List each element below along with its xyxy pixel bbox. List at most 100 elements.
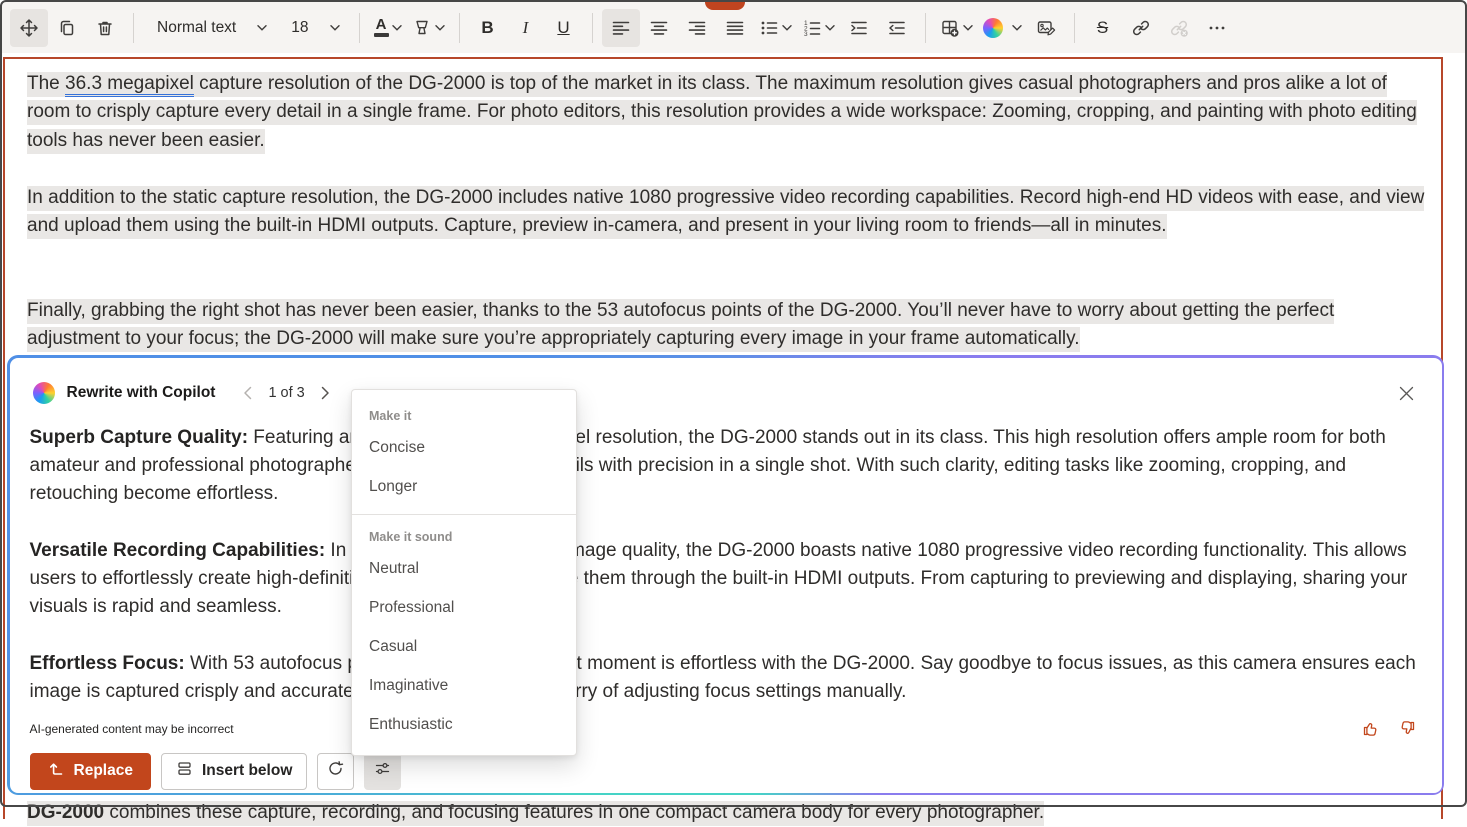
align-left-button[interactable] xyxy=(602,9,640,47)
replace-arrow-icon xyxy=(48,760,65,782)
menu-section-header: Make it sound xyxy=(352,515,576,550)
divider xyxy=(459,13,460,43)
next-suggestion-button[interactable] xyxy=(319,384,332,402)
copy-button[interactable] xyxy=(48,9,86,47)
decrease-indent-icon xyxy=(887,18,907,38)
paragraph-text: combines these capture, recording, and f… xyxy=(104,802,1044,823)
table-icon xyxy=(940,18,960,38)
underline-icon: U xyxy=(557,19,569,36)
justify-button[interactable] xyxy=(716,9,754,47)
menu-item-enthusiastic[interactable]: Enthusiastic xyxy=(352,706,576,745)
close-icon xyxy=(1399,389,1414,404)
chevron-down-icon xyxy=(963,25,973,31)
chevron-down-icon xyxy=(330,25,340,31)
decrease-indent-button[interactable] xyxy=(878,9,916,47)
align-right-button[interactable] xyxy=(678,9,716,47)
refresh-icon xyxy=(327,760,344,782)
divider xyxy=(1074,13,1075,43)
font-size-dropdown[interactable]: 18 xyxy=(277,9,349,47)
delete-button[interactable] xyxy=(86,9,124,47)
trash-icon xyxy=(95,18,115,38)
highlighter-icon xyxy=(412,18,432,38)
adjust-options-button[interactable] xyxy=(364,753,401,790)
menu-item-imaginative[interactable]: Imaginative xyxy=(352,667,576,706)
increase-indent-icon xyxy=(849,18,869,38)
thumbs-down-icon xyxy=(1397,719,1416,741)
insert-link-button[interactable] xyxy=(1122,9,1160,47)
justify-icon xyxy=(725,18,745,38)
document-paragraph-2[interactable]: In addition to the static capture resolu… xyxy=(27,184,1429,241)
thumbs-down-button[interactable] xyxy=(1395,717,1418,743)
close-panel-button[interactable] xyxy=(1397,384,1416,406)
menu-item-professional[interactable]: Professional xyxy=(352,589,576,628)
numbered-list-icon: 123 xyxy=(802,18,822,38)
italic-button[interactable]: I xyxy=(507,9,545,47)
paragraph-text: In addition to the static capture resolu… xyxy=(27,186,1424,239)
font-color-icon: A xyxy=(374,18,389,37)
chevron-down-icon xyxy=(825,25,835,31)
highlight-button[interactable] xyxy=(407,9,450,47)
paragraph-text: capture resolution of the DG-2000 is top… xyxy=(27,73,1417,151)
regenerate-button[interactable] xyxy=(317,753,354,790)
selection-handle[interactable] xyxy=(705,2,745,10)
suggestion-paragraph-1: Superb Capture Quality: Featuring an imp… xyxy=(30,424,1422,509)
style-dropdown-label: Normal text xyxy=(153,19,240,37)
image-edit-icon xyxy=(1036,18,1056,38)
suggestion-paragraph-3: Effortless Focus: With 53 autofocus poin… xyxy=(30,650,1422,707)
bold-icon: B xyxy=(481,19,493,36)
document-paragraph-1[interactable]: The 36.3 megapixel capture resolution of… xyxy=(27,70,1429,155)
paragraph-text: Finally, grabbing the right shot has nev… xyxy=(27,299,1334,352)
more-options-button[interactable] xyxy=(1198,9,1236,47)
copilot-button[interactable] xyxy=(978,9,1027,47)
chevron-down-icon xyxy=(1012,25,1022,31)
move-icon xyxy=(19,18,39,38)
bold-button[interactable]: B xyxy=(469,9,507,47)
strikethrough-icon: S xyxy=(1097,19,1108,36)
pagination-label: 1 of 3 xyxy=(268,385,304,401)
underline-button[interactable]: U xyxy=(545,9,583,47)
insert-table-button[interactable] xyxy=(935,9,978,47)
copy-icon xyxy=(57,18,77,38)
align-center-button[interactable] xyxy=(640,9,678,47)
divider xyxy=(133,13,134,43)
panel-title: Rewrite with Copilot xyxy=(67,384,216,402)
document-paragraph-4-clipped[interactable]: DG-2000 combines these capture, recordin… xyxy=(27,799,1429,827)
divider xyxy=(359,13,360,43)
ellipsis-icon xyxy=(1207,18,1227,38)
thumbs-up-button[interactable] xyxy=(1360,717,1383,743)
bullet-list-icon xyxy=(759,18,779,38)
increase-indent-button[interactable] xyxy=(840,9,878,47)
replace-button[interactable]: Replace xyxy=(30,753,151,790)
strikethrough-button[interactable]: S xyxy=(1084,9,1122,47)
align-center-icon xyxy=(649,18,669,38)
menu-item-casual[interactable]: Casual xyxy=(352,628,576,667)
rewrite-with-copilot-panel: Rewrite with Copilot 1 of 3 Superb Captu… xyxy=(7,355,1444,795)
previous-suggestion-button[interactable] xyxy=(241,384,254,402)
divider xyxy=(925,13,926,43)
edit-image-button[interactable] xyxy=(1027,9,1065,47)
remove-link-button[interactable] xyxy=(1160,9,1198,47)
insert-below-icon xyxy=(176,760,193,782)
font-color-button[interactable]: A xyxy=(369,9,407,47)
suggestion-lead: Effortless Focus: xyxy=(30,653,185,674)
paragraph-text: The xyxy=(27,73,65,94)
insert-below-button[interactable]: Insert below xyxy=(161,753,307,790)
menu-item-concise[interactable]: Concise xyxy=(352,429,576,468)
sliders-icon xyxy=(374,760,391,782)
suggestion-lead: Versatile Recording Capabilities: xyxy=(30,540,326,561)
replace-label: Replace xyxy=(74,762,133,780)
style-dropdown[interactable]: Normal text xyxy=(143,9,277,47)
unlink-icon xyxy=(1169,18,1189,38)
menu-item-neutral[interactable]: Neutral xyxy=(352,550,576,589)
copilot-logo xyxy=(33,382,55,404)
move-button[interactable] xyxy=(10,9,48,47)
align-left-icon xyxy=(611,18,631,38)
bullet-list-button[interactable] xyxy=(754,9,797,47)
copilot-icon xyxy=(983,18,1003,38)
rewrite-options-menu: Make it Concise Longer Make it sound Neu… xyxy=(351,389,577,756)
document-paragraph-3[interactable]: Finally, grabbing the right shot has nev… xyxy=(27,297,1429,354)
chevron-down-icon xyxy=(782,25,792,31)
pagination: 1 of 3 xyxy=(241,384,331,402)
numbered-list-button[interactable]: 123 xyxy=(797,9,840,47)
menu-item-longer[interactable]: Longer xyxy=(352,468,576,507)
